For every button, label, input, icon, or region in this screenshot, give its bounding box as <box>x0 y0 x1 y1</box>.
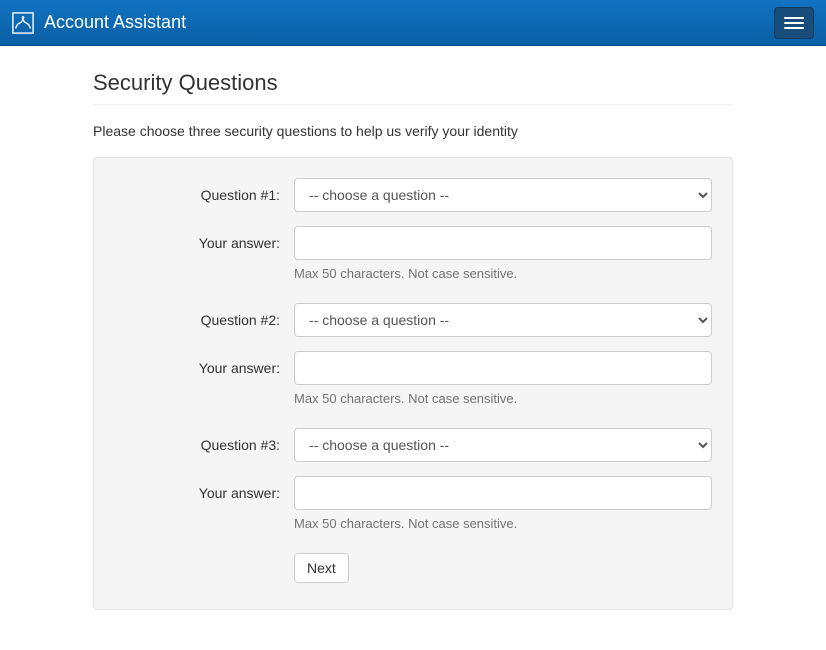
question-2-label: Question #2: <box>114 312 294 328</box>
brand-logo-icon <box>12 12 34 34</box>
answer-2-label: Your answer: <box>114 360 294 376</box>
answer-2-input[interactable] <box>294 351 712 385</box>
answer-1-label: Your answer: <box>114 235 294 251</box>
page-subtitle: Please choose three security questions t… <box>93 123 733 139</box>
menu-button[interactable] <box>774 7 814 39</box>
navbar: Account Assistant <box>0 0 826 46</box>
question-1-row: Question #1: -- choose a question -- <box>114 178 712 212</box>
question-3-label: Question #3: <box>114 437 294 453</box>
answer-1-help-row: Max 50 characters. Not case sensitive. <box>114 262 712 281</box>
next-button[interactable]: Next <box>294 553 349 583</box>
answer-1-input[interactable] <box>294 226 712 260</box>
page-title: Security Questions <box>93 70 733 105</box>
question-2-row: Question #2: -- choose a question -- <box>114 303 712 337</box>
answer-2-help-row: Max 50 characters. Not case sensitive. <box>114 387 712 406</box>
question-1-label: Question #1: <box>114 187 294 203</box>
answer-1-help: Max 50 characters. Not case sensitive. <box>294 262 517 281</box>
main-container: Security Questions Please choose three s… <box>93 46 733 650</box>
question-3-row: Question #3: -- choose a question -- <box>114 428 712 462</box>
question-2-select[interactable]: -- choose a question -- <box>294 303 712 337</box>
form-panel: Question #1: -- choose a question -- You… <box>93 157 733 610</box>
answer-3-help: Max 50 characters. Not case sensitive. <box>294 512 517 531</box>
question-3-select[interactable]: -- choose a question -- <box>294 428 712 462</box>
answer-3-row: Your answer: <box>114 476 712 510</box>
brand: Account Assistant <box>12 12 186 34</box>
answer-3-label: Your answer: <box>114 485 294 501</box>
question-1-select[interactable]: -- choose a question -- <box>294 178 712 212</box>
app-title: Account Assistant <box>44 12 186 33</box>
answer-1-row: Your answer: <box>114 226 712 260</box>
answer-2-help: Max 50 characters. Not case sensitive. <box>294 387 517 406</box>
hamburger-icon <box>784 17 804 19</box>
answer-3-help-row: Max 50 characters. Not case sensitive. <box>114 512 712 531</box>
button-row: Next <box>114 553 712 583</box>
answer-3-input[interactable] <box>294 476 712 510</box>
answer-2-row: Your answer: <box>114 351 712 385</box>
